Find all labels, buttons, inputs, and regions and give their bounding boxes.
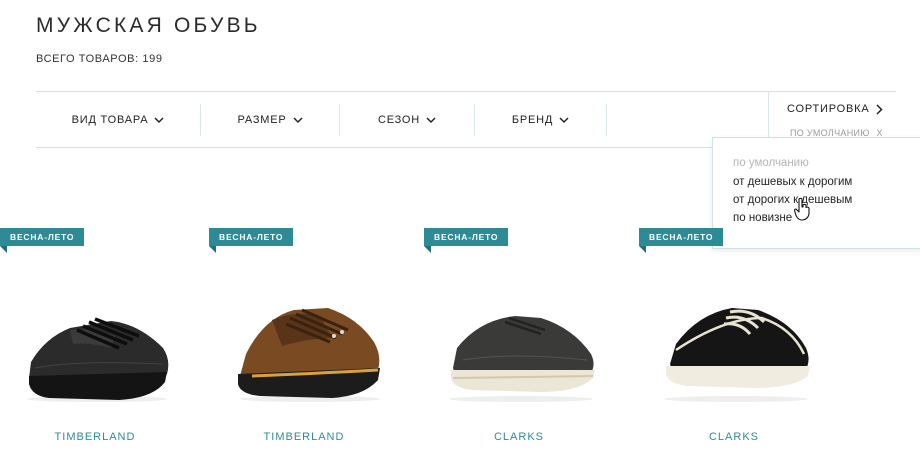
badge-tail <box>639 246 646 253</box>
product-image[interactable] <box>224 258 384 408</box>
badge-tail <box>0 246 7 253</box>
season-badge: ВЕСНА-ЛЕТО <box>424 228 509 246</box>
product-brand[interactable]: TIMBERLAND <box>209 431 399 443</box>
season-badge: ВЕСНА-ЛЕТО <box>0 228 85 246</box>
sort-toggle[interactable]: СОРТИРОВКА <box>787 103 884 115</box>
sort-option-newest[interactable]: по новизне <box>733 212 792 224</box>
sort-label: СОРТИРОВКА <box>787 103 870 115</box>
filter-brand-label: БРЕНД <box>511 114 554 126</box>
sort-option-default[interactable]: по умолчанию <box>733 157 809 169</box>
chevron-down-icon <box>426 116 436 124</box>
product-card[interactable]: ВЕСНА-ЛЕТО TIMBERLAND <box>209 228 399 449</box>
filter-size[interactable]: РАЗМЕР <box>201 104 339 136</box>
divider <box>606 104 607 136</box>
page-title: МУЖСКАЯ ОБУВЬ <box>36 14 261 37</box>
total-count: ВСЕГО ТОВАРОВ: 199 <box>36 53 163 65</box>
chevron-right-icon <box>876 103 884 115</box>
product-card[interactable]: ВЕСНА-ЛЕТО CLARKS <box>639 228 829 449</box>
product-card[interactable]: ВЕСНА-ЛЕТО CLARKS <box>424 228 614 449</box>
product-brand[interactable]: TIMBERLAND <box>0 431 190 443</box>
product-card[interactable]: ВЕСНА-ЛЕТО TIMBERLAND <box>0 228 190 449</box>
filter-type-label: ВИД ТОВАРА <box>71 114 149 126</box>
chevron-down-icon <box>154 116 164 124</box>
product-brand[interactable]: CLARKS <box>639 431 829 443</box>
season-badge: ВЕСНА-ЛЕТО <box>639 228 724 246</box>
hand-cursor-icon <box>793 197 810 221</box>
product-brand[interactable]: CLARKS <box>424 431 614 443</box>
product-image[interactable] <box>15 258 175 408</box>
chevron-down-icon <box>293 116 303 124</box>
badge-tail <box>424 246 431 253</box>
season-badge: ВЕСНА-ЛЕТО <box>209 228 294 246</box>
product-image[interactable] <box>654 258 814 408</box>
sort-option-price-asc[interactable]: от дешевых к дорогим <box>733 176 852 188</box>
badge-tail <box>209 246 216 253</box>
chevron-down-icon <box>559 116 569 124</box>
filter-season-label: СЕЗОН <box>377 114 421 126</box>
filter-brand[interactable]: БРЕНД <box>475 104 606 136</box>
filter-type[interactable]: ВИД ТОВАРА <box>36 104 200 136</box>
filter-size-label: РАЗМЕР <box>237 114 287 126</box>
filter-season[interactable]: СЕЗОН <box>340 104 474 136</box>
product-image[interactable] <box>439 258 599 408</box>
